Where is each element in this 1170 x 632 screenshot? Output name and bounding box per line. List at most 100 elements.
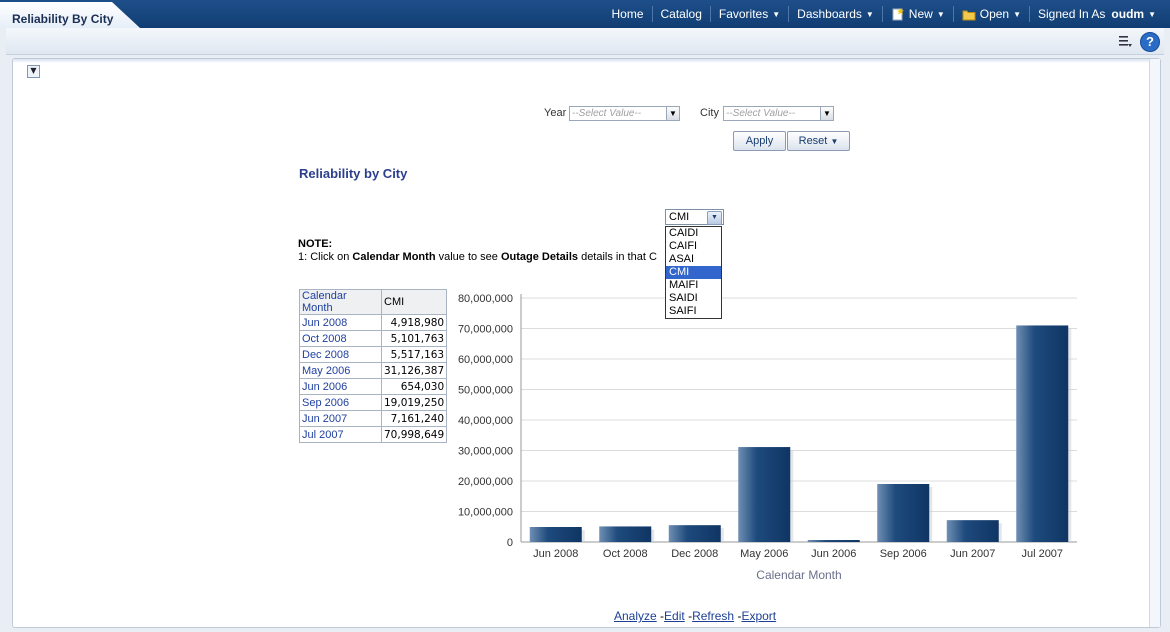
cmi-bar-chart: 0 10,000,000 20,000,000 30,000,000 40,000,00… [458, 293, 1077, 582]
calendar-month-link[interactable]: May 2006 [299, 362, 382, 379]
chevron-down-icon[interactable]: ▼ [707, 211, 722, 225]
calendar-month-link[interactable]: Dec 2008 [299, 346, 382, 363]
bar[interactable] [599, 526, 652, 542]
folder-icon [962, 10, 976, 20]
refresh-link[interactable]: Refresh [692, 609, 734, 623]
x-tick-label[interactable]: Oct 2008 [603, 548, 648, 560]
user-name: oudm [1111, 7, 1145, 21]
global-nav: Home Catalog Favorites ▼ Dashboards ▼ Ne… [603, 0, 1164, 28]
page-toolbar [6, 28, 1164, 55]
cmi-value: 70,998,649 [380, 426, 448, 443]
nav-dashboards-menu[interactable]: Dashboards ▼ [788, 6, 882, 22]
x-tick-label[interactable]: May 2006 [740, 548, 788, 560]
bar[interactable] [738, 447, 791, 542]
y-tick-label: 80,000,000 [458, 293, 513, 305]
column-header-calendar-month[interactable]: Calendar Month [299, 289, 382, 315]
y-tick-label: 30,000,000 [458, 446, 513, 458]
apply-button[interactable]: Apply [733, 131, 786, 151]
table-row: Jul 2007 70,998,649 [299, 426, 448, 443]
calendar-month-link[interactable]: Sep 2006 [299, 394, 382, 411]
metric-option-maifi[interactable]: MAIFI [666, 279, 721, 292]
export-link[interactable]: Export [741, 609, 776, 623]
metric-select-value: CMI [669, 211, 690, 223]
x-tick-label[interactable]: Sep 2006 [880, 548, 927, 560]
dashboard-page-tab-label: Reliability By City [12, 12, 114, 26]
nav-open-label: Open [979, 7, 1010, 21]
bar[interactable] [668, 525, 721, 542]
year-select[interactable]: --Select Value-- ▼ [569, 106, 680, 121]
chevron-down-icon: ▼ [830, 137, 839, 146]
bar[interactable] [1016, 325, 1069, 542]
chevron-down-icon: ▼ [1148, 9, 1156, 19]
analyze-link[interactable]: Analyze [614, 609, 657, 623]
cmi-value: 5,101,763 [380, 330, 448, 347]
nav-favorites-menu[interactable]: Favorites ▼ [709, 6, 788, 22]
metric-option-caifi[interactable]: CAIFI [666, 240, 721, 253]
calendar-month-link[interactable]: Jul 2007 [299, 426, 382, 443]
cmi-value: 5,517,163 [380, 346, 448, 363]
note-suffix: details in that C [578, 251, 657, 263]
bar[interactable] [877, 483, 930, 542]
cmi-value: 4,918,980 [380, 314, 448, 331]
edit-link[interactable]: Edit [664, 609, 685, 623]
table-row: May 2006 31,126,387 [299, 362, 448, 379]
x-tick-label[interactable]: Dec 2008 [671, 548, 718, 560]
chevron-down-icon: ▼ [772, 9, 781, 19]
x-axis-title: Calendar Month [756, 568, 841, 582]
metric-option-saidi[interactable]: SAIDI [666, 292, 721, 305]
calendar-month-link[interactable]: Oct 2008 [299, 330, 382, 347]
nav-open-menu[interactable]: Open ▼ [952, 6, 1029, 22]
x-tick-label[interactable]: Jun 2007 [950, 548, 995, 560]
chevron-down-icon: ▼ [865, 9, 874, 19]
x-tick-label[interactable]: Jun 2006 [811, 548, 856, 560]
nav-home-link[interactable]: Home [603, 6, 651, 22]
note-calendar-month: Calendar Month [352, 251, 436, 263]
metric-option-cmi[interactable]: CMI [666, 266, 721, 279]
collapse-section-icon[interactable]: ▼ [27, 65, 40, 78]
cmi-value: 654,030 [380, 378, 448, 395]
cmi-value: 19,019,250 [380, 394, 448, 411]
y-tick-label: 10,000,000 [458, 507, 513, 519]
table-row: Jun 2008 4,918,980 [299, 314, 448, 331]
report-title: Reliability by City [299, 166, 408, 181]
nav-catalog-link[interactable]: Catalog [651, 6, 710, 22]
city-prompt-label: City [700, 107, 719, 119]
page-options-icon[interactable] [1118, 34, 1132, 48]
calendar-month-link[interactable]: Jun 2006 [299, 378, 382, 395]
column-header-cmi: CMI [380, 289, 448, 315]
metric-option-caidi[interactable]: CAIDI [666, 227, 721, 240]
y-tick-label: 60,000,000 [458, 354, 513, 366]
y-tick-label: 50,000,000 [458, 385, 513, 397]
bar[interactable] [807, 540, 860, 542]
global-header: Reliability By City Home Catalog Favorit… [0, 0, 1170, 28]
metric-option-saifi[interactable]: SAIFI [666, 305, 721, 318]
new-document-icon [892, 7, 904, 20]
metric-option-asai[interactable]: ASAI [666, 253, 721, 266]
dashboard-page-tab[interactable]: Reliability By City [0, 2, 140, 28]
nav-favorites-label: Favorites [718, 7, 769, 21]
nav-dashboards-label: Dashboards [797, 7, 862, 21]
cmi-value: 7,161,240 [380, 410, 448, 427]
bar[interactable] [529, 526, 582, 542]
note-title: NOTE: [298, 238, 333, 250]
x-tick-label[interactable]: Jul 2007 [1021, 548, 1063, 560]
note-prefix: 1: Click on [298, 251, 353, 263]
bar[interactable] [946, 520, 999, 542]
report-links: Analyze -Edit -Refresh -Export [614, 609, 776, 623]
x-tick-label[interactable]: Jun 2008 [533, 548, 578, 560]
panel-header [13, 59, 1160, 63]
calendar-month-link[interactable]: Jun 2007 [299, 410, 382, 427]
chevron-down-icon[interactable]: ▼ [666, 107, 679, 120]
table-row: Jun 2007 7,161,240 [299, 410, 448, 427]
table-row: Dec 2008 5,517,163 [299, 346, 448, 363]
vertical-scrollbar[interactable] [1149, 59, 1160, 627]
calendar-month-link[interactable]: Jun 2008 [299, 314, 382, 331]
city-select[interactable]: --Select Value-- ▼ [723, 106, 834, 121]
help-icon[interactable]: ? [1140, 32, 1160, 52]
reset-button[interactable]: Reset ▼ [787, 131, 850, 151]
metric-select[interactable]: CMI ▼ [665, 209, 724, 225]
chevron-down-icon[interactable]: ▼ [820, 107, 833, 120]
table-row: Sep 2006 19,019,250 [299, 394, 448, 411]
nav-user-menu[interactable]: Signed In As oudm ▼ [1029, 6, 1164, 22]
nav-new-menu[interactable]: New ▼ [881, 6, 953, 22]
